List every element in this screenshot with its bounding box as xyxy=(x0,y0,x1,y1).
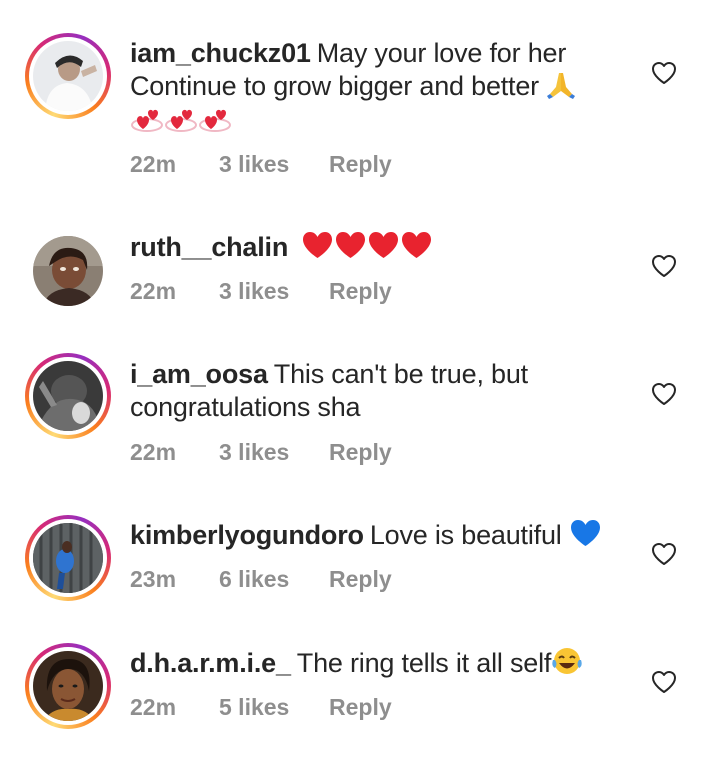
heart-outline-icon xyxy=(652,383,676,405)
heart-outline-icon xyxy=(652,543,676,565)
revolving-hearts-icon xyxy=(198,107,232,145)
comment-likes-count[interactable]: 6 likes xyxy=(219,566,329,593)
avatar[interactable] xyxy=(25,353,111,439)
comment-likes-count[interactable]: 3 likes xyxy=(219,439,329,466)
comment-timestamp: 22m xyxy=(130,278,177,304)
like-comment-button[interactable] xyxy=(651,670,677,694)
comment-timestamp: 22m xyxy=(130,439,177,465)
comments-screen: { "comments": [ { "username": "iam_chuck… xyxy=(0,0,719,757)
avatar[interactable] xyxy=(25,643,111,729)
comment-username[interactable]: d.h.a.r.m.i.e_ xyxy=(130,648,291,678)
comment-text: kimberlyogundoro Love is beautiful xyxy=(130,518,610,556)
comment-text: iam_chuckz01 May your love for her Contin… xyxy=(130,37,610,145)
comment-likes-count[interactable]: 3 likes xyxy=(219,151,329,178)
comment-body: The ring tells it all self xyxy=(296,648,552,678)
avatar[interactable] xyxy=(25,515,111,601)
folded-hands-icon xyxy=(546,71,576,107)
comment-likes-count[interactable]: 5 likes xyxy=(219,694,329,721)
comment-username[interactable]: kimberlyogundoro xyxy=(130,520,364,550)
heart-outline-icon xyxy=(652,671,676,693)
reply-button[interactable]: Reply xyxy=(329,278,392,305)
avatar[interactable] xyxy=(25,228,111,314)
comment-meta: 22m 3 likes Reply xyxy=(130,439,392,466)
like-comment-button[interactable] xyxy=(651,542,677,566)
comment-text: ruth__chalin xyxy=(130,230,610,268)
comment-meta: 22m 5 likes Reply xyxy=(130,694,392,721)
red-heart-icon xyxy=(334,230,367,268)
comment-username[interactable]: iam_chuckz01 xyxy=(130,38,311,68)
red-heart-icon xyxy=(301,230,334,268)
comment-timestamp: 22m xyxy=(130,694,177,720)
heart-outline-icon xyxy=(652,255,676,277)
like-comment-button[interactable] xyxy=(651,382,677,406)
comment-text: i_am_oosa This can't be true, but congrat… xyxy=(130,358,610,424)
comment-text: d.h.a.r.m.i.e_ The ring tells it all self xyxy=(130,646,610,684)
reply-button[interactable]: Reply xyxy=(329,566,392,593)
comment-timestamp: 22m xyxy=(130,151,177,177)
comment-meta: 23m 6 likes Reply xyxy=(130,566,392,593)
reply-button[interactable]: Reply xyxy=(329,694,392,721)
revolving-hearts-icon xyxy=(130,107,164,145)
like-comment-button[interactable] xyxy=(651,61,677,85)
comment-body: Love is beautiful xyxy=(369,520,562,550)
red-heart-icon xyxy=(400,230,433,268)
red-heart-icon xyxy=(367,230,400,268)
revolving-hearts-icon xyxy=(164,107,198,145)
heart-outline-icon xyxy=(652,62,676,84)
comment-meta: 22m 3 likes Reply xyxy=(130,151,392,178)
like-comment-button[interactable] xyxy=(651,254,677,278)
comment-username[interactable]: i_am_oosa xyxy=(130,359,268,389)
comment-meta: 22m 3 likes Reply xyxy=(130,278,392,305)
comment-username[interactable]: ruth__chalin xyxy=(130,232,288,262)
comment-likes-count[interactable]: 3 likes xyxy=(219,278,329,305)
reply-button[interactable]: Reply xyxy=(329,151,392,178)
blue-heart-icon xyxy=(569,518,602,556)
comment-timestamp: 23m xyxy=(130,566,177,592)
reply-button[interactable]: Reply xyxy=(329,439,392,466)
laughing-tears-icon xyxy=(551,646,583,684)
avatar[interactable] xyxy=(25,33,111,119)
